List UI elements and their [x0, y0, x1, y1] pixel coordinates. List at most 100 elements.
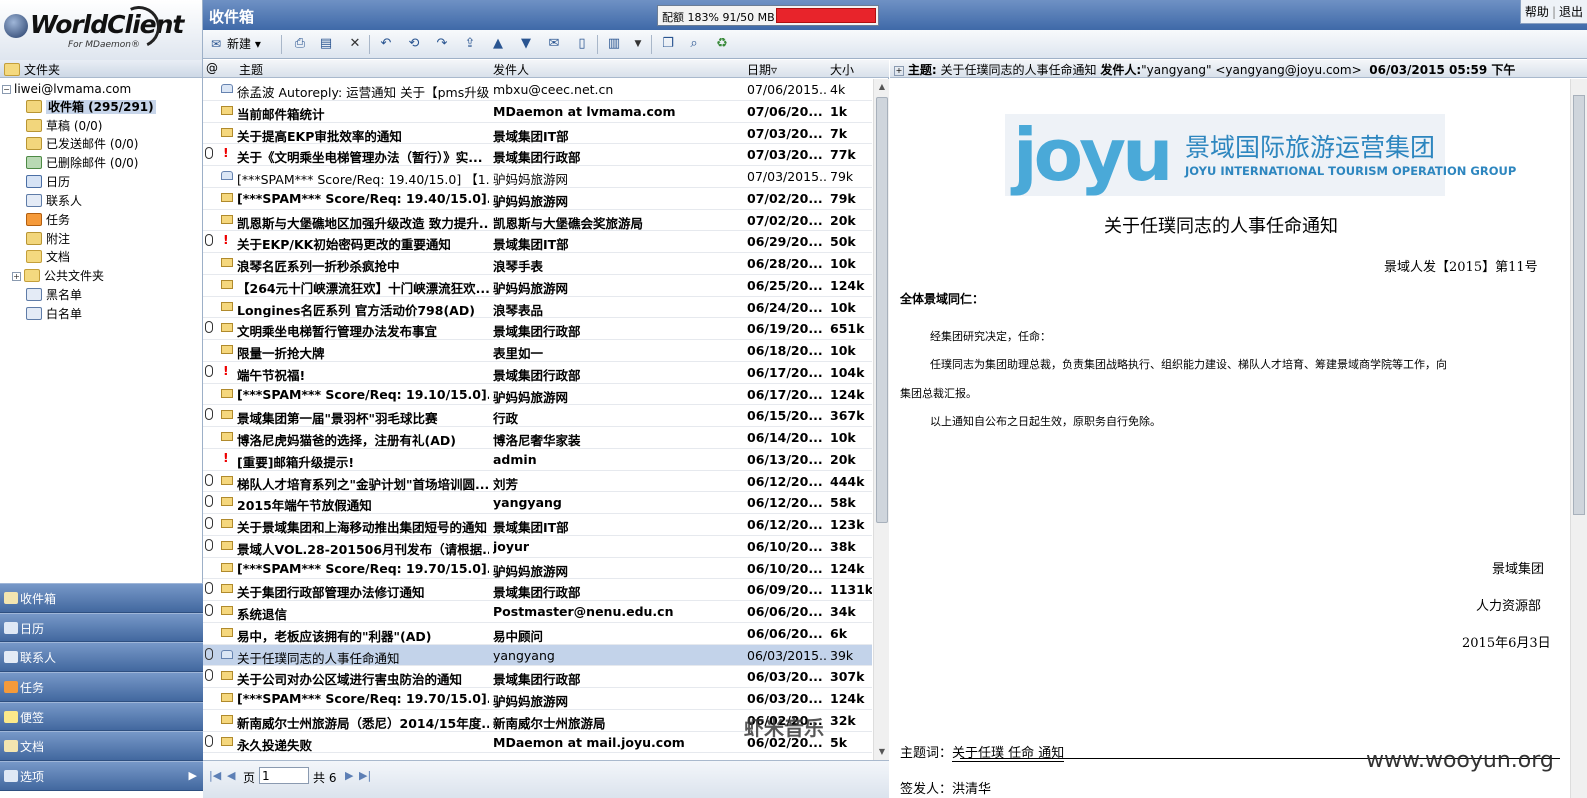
reply-all-icon[interactable]: ⟲ — [405, 35, 423, 53]
table-row[interactable]: 徐孟波 Autoreply: 运营通知 关于【pms升级... mbxu@ceec… — [203, 79, 872, 101]
table-row[interactable]: [***SPAM*** Score/Req: 19.70/15.0]... 驴妈妈… — [203, 558, 872, 580]
folder-item-contacts[interactable]: 联系人 — [26, 192, 82, 210]
table-row[interactable]: [***SPAM*** Score/Req: 19.70/15.0]... 驴妈妈… — [203, 688, 872, 710]
first-page-icon[interactable]: |◀ — [209, 769, 221, 782]
opened-envelope-icon — [221, 171, 233, 180]
table-row[interactable]: 限量一折抢大牌 表里如一 06/18/20... 10k — [203, 340, 872, 362]
table-row[interactable]: ! 关于《文明乘坐电梯管理办法（暂行）》实... 景域集团行政部 07/03/20..… — [203, 144, 872, 166]
search-icon[interactable]: ⌕ — [685, 35, 703, 53]
table-row[interactable]: 【264元十门峡漂流狂欢】十门峡漂流狂欢... 驴妈妈旅游网 06/25/20...… — [203, 275, 872, 297]
reply-icon[interactable]: ↶ — [377, 35, 395, 53]
preview-scrollbar[interactable] — [1570, 79, 1587, 798]
table-row[interactable]: [***SPAM*** Score/Req: 19.40/15.0] 【1...… — [203, 166, 872, 188]
table-row[interactable]: 梯队人才培育系列之"金驴计划"首场培训圆... 刘芳 06/12/20... 444k — [203, 471, 872, 493]
envelope-icon — [221, 432, 233, 441]
row-from: 易中顾问 — [493, 628, 544, 644]
attachment-column-icon[interactable]: @ — [206, 61, 218, 75]
logout-link[interactable]: 退出 — [1559, 5, 1583, 19]
table-row[interactable]: 关于任璞同志的人事任命通知 yangyang 06/03/2015... 39k — [203, 644, 872, 667]
forward-attachment-icon[interactable]: ⇪ — [461, 35, 479, 53]
prev-page-icon[interactable]: ◀ — [227, 769, 235, 782]
print-icon[interactable]: ⎙ — [291, 35, 309, 53]
scroll-up-icon[interactable]: ▲ — [874, 79, 890, 95]
page-input[interactable] — [259, 767, 309, 784]
forward-icon[interactable]: ↷ — [433, 35, 451, 53]
folder-label: 黑名单 — [46, 288, 83, 302]
table-row[interactable]: [***SPAM*** Score/Req: 19.10/15.0]... 驴妈妈… — [203, 384, 872, 406]
folder-item-documents[interactable]: 文档 — [26, 248, 70, 266]
nav-tasks[interactable]: 任务 — [0, 672, 203, 702]
table-row[interactable]: [***SPAM*** Score/Req: 19.40/15.0]... 驴妈妈… — [203, 188, 872, 210]
folder-item-calendar[interactable]: 日历 — [26, 173, 70, 191]
size-column-header[interactable]: 大小 — [830, 61, 854, 78]
nav-options[interactable]: 选项 ▶ — [0, 761, 203, 791]
collapse-icon[interactable]: − — [2, 85, 11, 94]
recycle-icon[interactable]: ♻ — [713, 35, 731, 53]
table-row[interactable]: 文明乘坐电梯暂行管理办法发布事宜 景域集团行政部 06/19/20... 651k — [203, 318, 872, 340]
table-row[interactable]: ! 端午节祝福! 景域集团行政部 06/17/20... 104k — [203, 362, 872, 384]
nav-contacts[interactable]: 联系人 — [0, 642, 203, 673]
row-date: 06/19/20... — [747, 321, 823, 337]
folder-item-inbox[interactable]: 收件箱 (295/291) — [26, 98, 156, 116]
table-row[interactable]: 景域人VOL.28-201506月刊发布（请根据... joyur 06/10/20… — [203, 536, 872, 558]
table-row[interactable]: ! [重要]邮箱升级提示! admin 06/13/20... 20k — [203, 449, 872, 471]
table-row[interactable]: 凯恩斯与大堡礁地区加强升级改造 致力提升... 凯恩斯与大堡礁会奖旅游局 07/02… — [203, 210, 872, 232]
folder-item-notes[interactable]: 附注 — [26, 230, 70, 248]
copy-icon[interactable]: ❐ — [659, 35, 677, 53]
folder-item-blacklist[interactable]: 黑名单 — [26, 286, 82, 304]
table-row[interactable]: 关于集团行政部管理办法修订通知 景域集团行政部 06/09/20... 1131k — [203, 579, 872, 601]
next-message-icon[interactable]: ▼ — [517, 35, 535, 53]
scroll-thumb[interactable] — [1573, 95, 1585, 515]
envelope-icon — [221, 693, 233, 702]
last-page-icon[interactable]: ▶| — [359, 769, 371, 782]
table-row[interactable]: 2015年端午节放假通知 yangyang 06/12/20... 58k — [203, 492, 872, 514]
layout-icon[interactable]: ▥ — [605, 35, 623, 53]
row-date: 06/06/20... — [747, 625, 823, 641]
subject-column-header[interactable]: 主题 — [239, 61, 263, 78]
table-row[interactable]: 浪琴名匠系列一折秒杀疯抢中 浪琴手表 06/28/20... 10k — [203, 253, 872, 275]
table-row[interactable]: ! 关于EKP/KK初始密码更改的重要通知 景域集团IT部 06/29/20... 50… — [203, 231, 872, 253]
table-row[interactable]: 关于公司对办公区域进行害虫防治的通知 景域集团行政部 06/03/20... 307k — [203, 666, 872, 688]
folder-item-drafts[interactable]: 草稿 (0/0) — [26, 117, 103, 135]
date-column-header[interactable]: 日期▿ — [747, 61, 777, 78]
scroll-thumb[interactable] — [876, 97, 888, 523]
nav-inbox[interactable]: 收件箱 — [0, 583, 203, 613]
move-icon[interactable]: ▤ — [317, 35, 335, 53]
delete-icon[interactable]: ✕ — [346, 35, 364, 53]
folder-item-public[interactable]: + 公共文件夹 — [12, 267, 104, 285]
table-row[interactable]: 关于景域集团和上海移动推出集团短号的通知 景域集团IT部 06/12/20... 12… — [203, 514, 872, 536]
folder-item-sent[interactable]: 已发送邮件 (0/0) — [26, 135, 139, 153]
table-row[interactable]: 系统退信 Postmaster@nenu.edu.cn 06/06/20... 34k — [203, 601, 872, 623]
expand-icon[interactable]: + — [894, 66, 904, 76]
folder-item-deleted[interactable]: 已删除邮件 (0/0) — [26, 154, 139, 172]
help-link[interactable]: 帮助 — [1525, 5, 1549, 19]
attachment-icon — [205, 538, 213, 551]
account-node[interactable]: − liwei@lvmama.com — [2, 80, 131, 98]
envelope-icon — [221, 388, 233, 398]
envelope-icon — [221, 105, 233, 115]
chevron-down-icon[interactable]: ▾ — [255, 37, 261, 51]
from-column-header[interactable]: 发件人 — [493, 61, 529, 78]
table-row[interactable]: 景域集团第一届"景羽杯"羽毛球比赛 行政 06/15/20... 367k — [203, 405, 872, 427]
scroll-down-icon[interactable]: ▼ — [874, 744, 890, 760]
next-page-icon[interactable]: ▶ — [345, 769, 353, 782]
row-from: Postmaster@nenu.edu.cn — [493, 604, 674, 619]
table-row[interactable]: Longines名匠系列 官方活动价798(AD) 浪琴表品 06/24/20...… — [203, 297, 872, 319]
list-scrollbar[interactable]: ▲ ▼ — [873, 79, 889, 760]
nav-calendar[interactable]: 日历 — [0, 612, 203, 643]
table-row[interactable]: 当前邮件箱统计 MDaemon at lvmama.com 07/06/20... 1… — [203, 101, 872, 123]
previous-message-icon[interactable]: ▲ — [489, 35, 507, 53]
nav-documents[interactable]: 文档 — [0, 731, 203, 762]
nav-notes[interactable]: 便签 — [0, 701, 203, 732]
chevron-down-icon[interactable]: ▼ — [629, 35, 647, 53]
envelope-icon — [221, 519, 233, 528]
folder-item-tasks[interactable]: 任务 — [26, 211, 70, 229]
folder-item-whitelist[interactable]: 白名单 — [26, 305, 82, 323]
expand-icon[interactable]: + — [12, 272, 21, 281]
new-button[interactable]: ✉ 新建 ▾ — [211, 35, 261, 54]
mark-read-icon[interactable]: ✉ — [545, 35, 563, 53]
view-source-icon[interactable]: ▯ — [573, 35, 591, 53]
table-row[interactable]: 博洛尼虎妈猫爸的选择，注册有礼(AD) 博洛尼奢华家装 06/14/20... 10k — [203, 427, 872, 449]
table-row[interactable]: 关于提高EKP审批效率的通知 景域集团IT部 07/03/20... 7k — [203, 123, 872, 145]
table-row[interactable]: 易中，老板应该拥有的"利器"(AD) 易中顾问 06/06/20... 6k — [203, 623, 872, 645]
